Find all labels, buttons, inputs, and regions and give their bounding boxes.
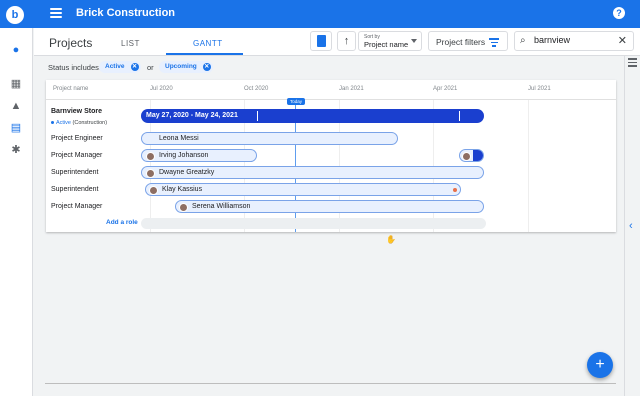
status-text: Active [56, 120, 71, 126]
phase-marker [459, 111, 460, 121]
phase-text: (Construction) [72, 120, 108, 126]
document-icon [317, 35, 326, 47]
assignment-bar[interactable]: Irving Johanson [141, 149, 257, 162]
search-icon: ⌕ [520, 35, 526, 46]
chevron-left-icon[interactable]: ‹ [629, 220, 633, 232]
role-label: Project Engineer [51, 135, 103, 142]
sort-select[interactable]: Sort by Project name [358, 31, 422, 51]
page-title: Projects [49, 36, 93, 50]
month-label: Apr 2021 [433, 86, 458, 92]
account-icon[interactable]: ● [10, 44, 22, 56]
assignment-bar[interactable]: Leona Messi [141, 132, 398, 145]
close-icon[interactable]: ✕ [202, 63, 211, 71]
sort-direction-button[interactable]: ↑ [337, 31, 356, 51]
tab-gantt[interactable]: GANTT [193, 39, 223, 48]
project-timeline-bar[interactable]: May 27, 2020 - May 24, 2021 [141, 109, 484, 123]
chip-label: Active [105, 63, 125, 70]
dashboard-icon[interactable]: ▦ [10, 78, 22, 90]
filter-icon [489, 38, 499, 49]
project-status: Active (Construction) [51, 120, 107, 126]
sort-value: Project name [364, 40, 409, 49]
search-field[interactable]: ⌕ ✕ [514, 31, 634, 51]
assignment-bar[interactable] [459, 149, 484, 162]
assignment-bar[interactable]: Serena Williamson [175, 200, 484, 213]
grid-line [528, 100, 529, 232]
app-logo[interactable]: b [6, 6, 24, 24]
status-chip-active[interactable]: Active ✕ [99, 61, 141, 73]
month-label: Jul 2020 [150, 86, 173, 92]
role-label: Project Manager [51, 152, 103, 159]
clear-search-icon[interactable]: ✕ [618, 34, 627, 47]
app-bar: b Brick Construction ? [0, 0, 640, 28]
add-role-link[interactable]: Add a role [106, 219, 138, 226]
help-icon[interactable]: ? [613, 7, 625, 19]
project-filters-label: Project filters [436, 37, 486, 47]
month-label: Jul 2021 [528, 86, 551, 92]
status-includes-label: Status includes: [48, 63, 101, 72]
person-name: Serena Williamson [192, 203, 251, 210]
menu-icon[interactable] [50, 7, 62, 19]
warning-dot [453, 188, 457, 192]
tune-icon[interactable] [628, 58, 637, 69]
project-name-header: Project name [53, 86, 89, 92]
role-label: Project Manager [51, 203, 103, 210]
role-label: Superintendent [51, 169, 99, 176]
chip-label: Upcoming [165, 63, 197, 70]
assignment-bar[interactable]: Klay Kassius [145, 183, 461, 196]
tab-list[interactable]: LIST [121, 39, 140, 48]
project-filters-button[interactable]: Project filters [428, 31, 508, 51]
avatar [146, 151, 155, 161]
tab-indicator [166, 53, 243, 55]
hand-cursor-icon: ✋ [386, 235, 396, 244]
avatar [146, 168, 155, 178]
today-badge: Today [287, 98, 306, 105]
project-date-range: May 27, 2020 - May 24, 2021 [146, 112, 238, 119]
status-chip-upcoming[interactable]: Upcoming ✕ [159, 61, 213, 73]
status-dot [51, 121, 54, 125]
avatar [149, 185, 158, 195]
gantt-chart: Project name Jul 2020 Oct 2020 Jan 2021 … [46, 80, 616, 232]
right-panel-border [624, 56, 625, 396]
projects-icon[interactable]: ▤ [10, 122, 22, 134]
person-name: Leona Messi [159, 135, 199, 142]
avatar [179, 202, 188, 212]
app-title: Brick Construction [76, 7, 176, 19]
role-label: Superintendent [51, 186, 99, 193]
month-label: Jan 2021 [339, 86, 364, 92]
phase-marker [257, 111, 258, 121]
divider [45, 383, 616, 384]
month-label: Oct 2020 [244, 86, 269, 92]
bar-endcap [473, 150, 483, 161]
settings-icon[interactable]: ✱ [10, 144, 22, 156]
or-label: or [147, 63, 154, 72]
add-project-button[interactable]: + [587, 352, 613, 378]
close-icon[interactable]: ✕ [130, 63, 139, 71]
report-button[interactable] [310, 31, 332, 51]
person-name: Irving Johanson [159, 152, 209, 159]
search-input[interactable] [534, 35, 614, 45]
chevron-down-icon [411, 39, 417, 43]
avatar [462, 151, 471, 161]
person-name: Klay Kassius [162, 186, 203, 193]
project-name[interactable]: Barnview Store [51, 108, 102, 115]
assignment-bar[interactable]: Dwayne Greatzky [141, 166, 484, 179]
people-icon[interactable]: ▲ [10, 100, 22, 112]
gantt-header: Project name Jul 2020 Oct 2020 Jan 2021 … [46, 80, 616, 100]
person-name: Dwayne Greatzky [159, 169, 215, 176]
add-role-track[interactable] [141, 218, 486, 229]
